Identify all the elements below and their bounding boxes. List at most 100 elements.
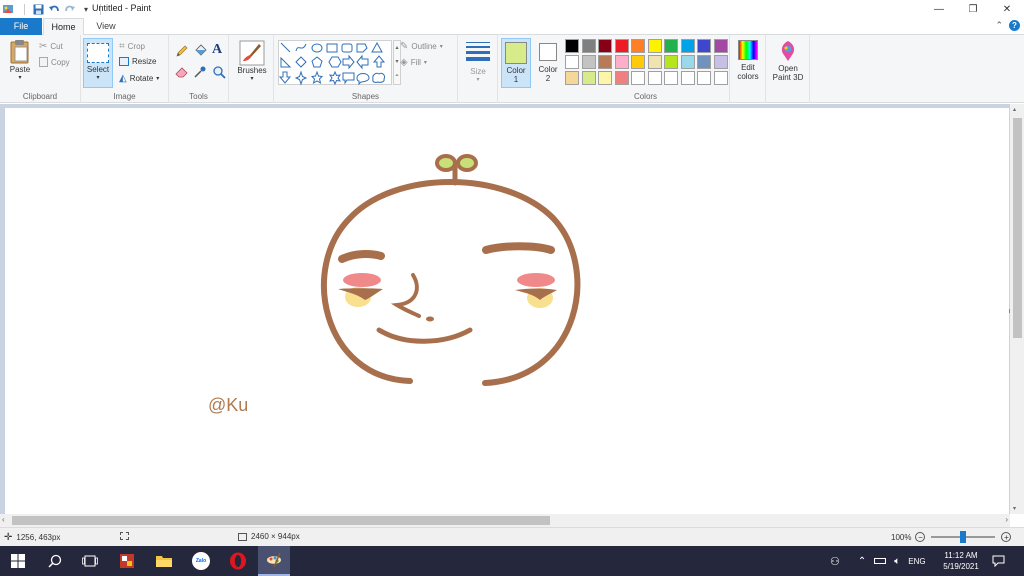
shape-curve[interactable] — [295, 43, 307, 52]
fill-button[interactable]: ◈ Fill ▾ — [400, 57, 427, 68]
magnifier-icon[interactable] — [212, 65, 226, 81]
brushes-button[interactable]: Brushes ▾ — [233, 40, 271, 82]
palette-swatch[interactable] — [631, 55, 645, 69]
task-view-button[interactable] — [79, 551, 101, 571]
shape-callout-rectangle[interactable] — [342, 72, 355, 85]
color-picker-icon[interactable] — [193, 65, 207, 81]
palette-swatch[interactable] — [565, 71, 579, 85]
taskbar-app-zalo[interactable]: Zalo — [190, 551, 212, 571]
fill-bucket-icon[interactable] — [193, 44, 207, 60]
palette-swatch[interactable] — [647, 55, 662, 69]
palette-swatch[interactable] — [631, 39, 645, 53]
palette-swatch[interactable] — [664, 55, 678, 69]
start-button[interactable] — [7, 551, 29, 571]
shape-pentagon[interactable] — [311, 56, 323, 68]
shape-up-arrow[interactable] — [372, 55, 386, 68]
palette-swatch[interactable] — [614, 39, 629, 53]
people-icon[interactable]: ⚇ — [830, 555, 840, 568]
language-indicator[interactable]: ENG — [908, 557, 925, 566]
zoom-slider-thumb[interactable] — [960, 531, 967, 543]
taskbar-app-snipping[interactable] — [116, 551, 138, 571]
clock[interactable]: 11:12 AM 5/19/2021 — [936, 546, 986, 576]
maximize-button[interactable]: ❐ — [956, 0, 990, 18]
paste-button[interactable]: Paste ▾ — [5, 39, 35, 81]
volume-icon[interactable]: 🔈︎ — [894, 556, 900, 567]
size-button[interactable]: Size ▾ — [463, 40, 493, 83]
palette-swatch[interactable] — [713, 55, 728, 69]
shape-down-arrow[interactable] — [278, 71, 292, 84]
palette-swatch[interactable] — [713, 71, 728, 85]
close-button[interactable]: ✕ — [990, 0, 1024, 18]
palette-swatch[interactable] — [581, 71, 596, 85]
battery-icon[interactable] — [874, 558, 887, 564]
zoom-in-icon[interactable]: + — [1001, 532, 1012, 542]
shape-rounded-rectangle[interactable] — [341, 43, 353, 53]
shapes-gallery[interactable] — [278, 40, 392, 86]
scroll-right-icon[interactable]: › — [1005, 515, 1008, 524]
shape-polygon[interactable] — [356, 43, 368, 53]
drawing-canvas[interactable]: @Ku — [5, 108, 1009, 514]
collapse-ribbon-icon[interactable]: ⌃ — [995, 20, 1003, 31]
palette-swatch[interactable] — [647, 39, 662, 53]
shape-triangle[interactable] — [371, 41, 383, 53]
outline-button[interactable]: ✎ Outline ▾ — [400, 41, 443, 52]
shape-five-point-star[interactable] — [310, 70, 324, 85]
shape-hexagon[interactable] — [328, 56, 342, 68]
horizontal-scroll-thumb[interactable] — [12, 516, 550, 525]
pencil-icon[interactable] — [175, 44, 189, 60]
vertical-scroll-thumb[interactable] — [1013, 118, 1022, 338]
shape-right-arrow[interactable] — [342, 54, 355, 70]
palette-swatch[interactable] — [680, 55, 695, 69]
action-center-button[interactable] — [992, 546, 1005, 576]
palette-swatch[interactable] — [614, 71, 629, 85]
scroll-left-icon[interactable]: ‹ — [2, 515, 5, 524]
text-tool-icon[interactable]: A — [212, 42, 222, 58]
tab-file[interactable]: File — [0, 18, 42, 35]
copy-button[interactable]: Copy — [39, 57, 70, 67]
palette-swatch[interactable] — [631, 71, 645, 85]
select-button[interactable]: Select ▾ — [83, 38, 113, 88]
paint-app-icon[interactable] — [2, 3, 14, 15]
zoom-slider[interactable] — [931, 531, 996, 543]
vertical-scrollbar[interactable]: ▴ ▾ — [1010, 104, 1024, 514]
palette-swatch[interactable] — [581, 55, 596, 69]
palette-swatch[interactable] — [697, 71, 711, 85]
palette-swatch[interactable] — [664, 71, 678, 85]
shape-callout-oval[interactable] — [356, 73, 370, 86]
palette-swatch[interactable] — [664, 39, 678, 53]
taskbar-app-opera[interactable] — [227, 551, 249, 571]
shape-left-arrow[interactable] — [356, 54, 369, 70]
palette-swatch[interactable] — [598, 55, 612, 69]
crop-button[interactable]: ⌗ Crop — [119, 41, 145, 52]
palette-swatch[interactable] — [598, 71, 612, 85]
redo-icon[interactable] — [64, 3, 76, 15]
scroll-down-icon[interactable]: ▾ — [1013, 505, 1016, 512]
taskbar-app-paint[interactable] — [258, 546, 290, 576]
palette-swatch[interactable] — [647, 71, 662, 85]
undo-icon[interactable] — [48, 3, 60, 15]
shape-four-point-star[interactable] — [294, 70, 308, 86]
search-button[interactable] — [44, 551, 66, 571]
scroll-up-icon[interactable]: ▴ — [1013, 106, 1016, 113]
resize-button[interactable]: Resize — [119, 57, 156, 66]
palette-swatch[interactable] — [713, 39, 728, 53]
palette-swatch[interactable] — [565, 39, 579, 53]
rotate-button[interactable]: ◭ Rotate ▾ — [119, 73, 159, 84]
tab-home[interactable]: Home — [43, 18, 84, 36]
palette-swatch[interactable] — [614, 55, 629, 69]
shape-rectangle[interactable] — [326, 43, 338, 53]
shape-six-point-star[interactable] — [328, 70, 342, 86]
color2-button[interactable]: Color 2 — [534, 38, 562, 88]
eraser-icon[interactable] — [175, 66, 189, 80]
open-paint3d-button[interactable]: Open Paint 3D — [768, 40, 808, 82]
edit-colors-button[interactable]: Edit colors — [732, 40, 764, 81]
palette-swatch[interactable] — [598, 39, 612, 53]
shape-oval[interactable] — [311, 43, 323, 53]
palette-swatch[interactable] — [680, 39, 695, 53]
shape-callout-cloud[interactable] — [372, 72, 385, 83]
palette-swatch[interactable] — [581, 39, 596, 53]
horizontal-scrollbar[interactable]: ‹ › — [0, 514, 1010, 527]
taskbar-app-file-explorer[interactable] — [153, 551, 175, 571]
customize-qat-icon[interactable]: ▾ — [80, 3, 92, 15]
palette-swatch[interactable] — [697, 39, 711, 53]
